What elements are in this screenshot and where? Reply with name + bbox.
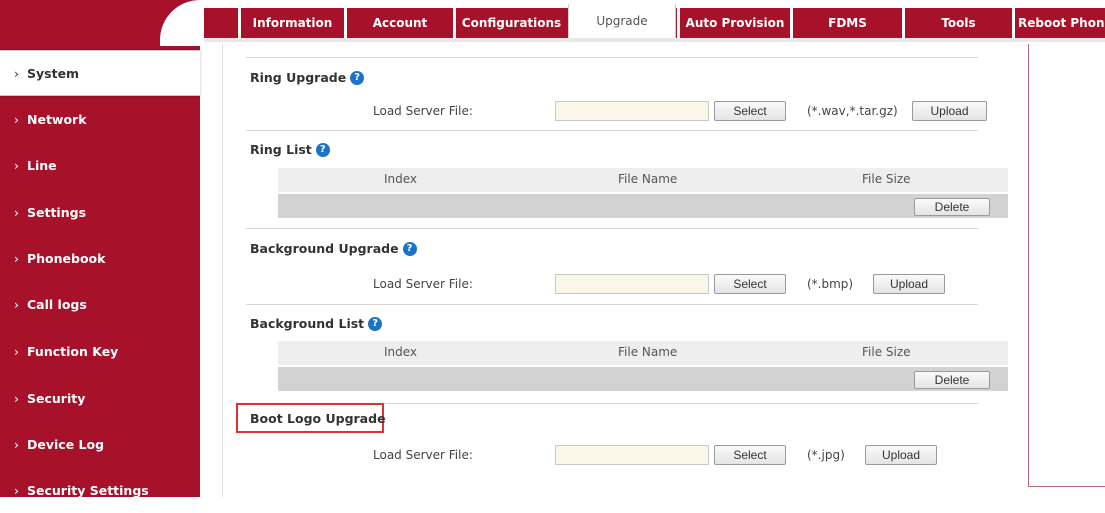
ring-upload-button[interactable]: Upload	[912, 101, 987, 121]
background-list-section-title: Background List ?	[250, 316, 383, 331]
background-select-button[interactable]: Select	[714, 274, 786, 294]
chevron-right-icon: ›	[14, 343, 19, 359]
tab-auto-provision[interactable]: Auto Provision	[677, 8, 790, 38]
tab-account[interactable]: Account	[344, 8, 453, 38]
sidebar-item-system[interactable]: › System	[0, 50, 200, 96]
section-title-text: Background List	[250, 316, 365, 331]
sidebar-item-network[interactable]: › Network	[0, 96, 200, 142]
ring-list-section-title: Ring List ?	[250, 142, 330, 157]
ring-upgrade-section-title: Ring Upgrade ?	[250, 70, 365, 85]
ring-server-file-input[interactable]	[555, 101, 709, 121]
column-header-file-size: File Size	[862, 172, 911, 186]
boot-logo-select-button[interactable]: Select	[714, 445, 786, 465]
sidebar-item-label: Device Log	[27, 436, 105, 452]
help-icon[interactable]: ?	[402, 241, 417, 256]
boot-logo-upload-button[interactable]: Upload	[865, 445, 937, 465]
content-left-border	[222, 44, 223, 497]
section-title-text: Boot Logo Upgrade	[250, 411, 386, 426]
tab-fdms[interactable]: FDMS	[790, 8, 902, 38]
section-title-text: Ring Upgrade	[250, 70, 347, 85]
chevron-right-icon: ›	[14, 157, 19, 173]
tab-information[interactable]: Information	[238, 8, 344, 38]
sidebar-item-settings[interactable]: › Settings	[0, 189, 200, 235]
boot-logo-load-server-file-label: Load Server File:	[373, 448, 473, 462]
tab-upgrade[interactable]: Upgrade	[568, 4, 676, 38]
background-delete-button[interactable]: Delete	[914, 371, 990, 389]
chevron-right-icon: ›	[14, 250, 19, 266]
background-list-table-header: Index File Name File Size	[278, 341, 1008, 365]
background-upload-button[interactable]: Upload	[873, 274, 945, 294]
background-load-server-file-label: Load Server File:	[373, 277, 473, 291]
sidebar-item-label: System	[27, 65, 80, 81]
tab-tools[interactable]: Tools	[902, 8, 1012, 38]
column-header-index: Index	[384, 345, 418, 359]
boot-logo-upgrade-section-title: Boot Logo Upgrade	[250, 411, 386, 426]
divider	[246, 228, 978, 229]
sidebar-item-security-settings[interactable]: › Security Settings	[0, 467, 200, 513]
ring-extension-hint: (*.wav,*.tar.gz)	[807, 104, 898, 118]
background-upgrade-section-title: Background Upgrade ?	[250, 241, 417, 256]
sidebar-item-function-key[interactable]: › Function Key	[0, 328, 200, 374]
right-panel	[1028, 44, 1105, 487]
divider	[246, 57, 978, 58]
divider	[246, 304, 978, 305]
ring-list-table-header: Index File Name File Size	[278, 168, 1008, 192]
chevron-right-icon: ›	[14, 296, 19, 312]
sidebar-item-line[interactable]: › Line	[0, 142, 200, 188]
section-title-text: Ring List	[250, 142, 312, 157]
sidebar-item-label: Security	[27, 390, 86, 406]
sidebar-item-label: Line	[27, 157, 57, 173]
chevron-right-icon: ›	[14, 204, 19, 220]
chevron-right-icon: ›	[14, 436, 19, 452]
sidebar-item-device-log[interactable]: › Device Log	[0, 421, 200, 467]
sidebar-item-label: Settings	[27, 204, 87, 220]
ring-delete-button[interactable]: Delete	[914, 198, 990, 216]
chevron-right-icon: ›	[14, 390, 19, 406]
column-header-file-name: File Name	[618, 345, 678, 359]
sidebar-item-label: Call logs	[27, 296, 87, 312]
column-header-file-size: File Size	[862, 345, 911, 359]
nav-underline-strip	[204, 38, 1105, 42]
chevron-right-icon: ›	[14, 111, 19, 127]
sidebar-item-phonebook[interactable]: › Phonebook	[0, 235, 200, 281]
ring-select-button[interactable]: Select	[714, 101, 786, 121]
background-list-action-row: Delete	[278, 367, 1008, 391]
sidebar-item-security[interactable]: › Security	[0, 375, 200, 421]
boot-logo-server-file-input[interactable]	[555, 445, 709, 465]
chevron-right-icon: ›	[14, 482, 19, 498]
divider	[246, 130, 978, 131]
help-icon[interactable]: ?	[368, 316, 383, 331]
section-title-text: Background Upgrade	[250, 241, 399, 256]
sidebar-item-label: Security Settings	[27, 482, 149, 498]
tab-reboot-phone[interactable]: Reboot Phone	[1012, 8, 1105, 38]
background-extension-hint: (*.bmp)	[807, 277, 854, 291]
background-server-file-input[interactable]	[555, 274, 709, 294]
sidebar-item-label: Function Key	[27, 343, 119, 359]
sidebar-item-call-logs[interactable]: › Call logs	[0, 281, 200, 327]
column-header-index: Index	[384, 172, 418, 186]
tab-configurations[interactable]: Configurations	[453, 8, 567, 38]
help-icon[interactable]: ?	[315, 142, 330, 157]
chevron-right-icon: ›	[14, 65, 19, 81]
help-icon[interactable]: ?	[350, 70, 365, 85]
sidebar-item-label: Network	[27, 111, 87, 127]
sidebar-item-label: Phonebook	[27, 250, 106, 266]
column-header-file-name: File Name	[618, 172, 678, 186]
ring-load-server-file-label: Load Server File:	[373, 104, 473, 118]
boot-logo-extension-hint: (*.jpg)	[807, 448, 845, 462]
ring-list-action-row: Delete	[278, 194, 1008, 218]
